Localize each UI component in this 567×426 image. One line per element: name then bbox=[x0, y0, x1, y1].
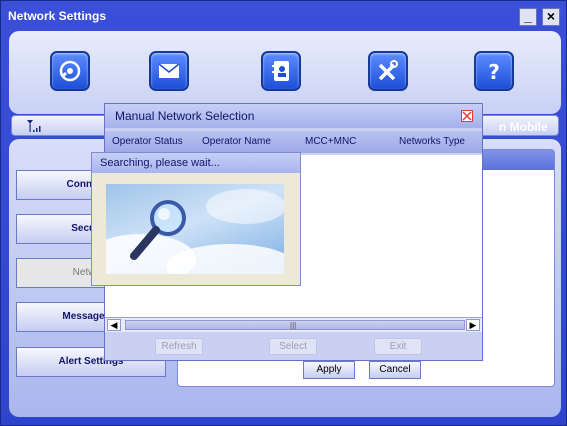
svg-text:?: ? bbox=[488, 60, 500, 84]
magnifier-icon bbox=[130, 200, 186, 260]
column-operator-name[interactable]: Operator Name bbox=[202, 136, 271, 147]
phonebook-icon[interactable] bbox=[261, 51, 301, 91]
dialog-title: Manual Network Selection bbox=[115, 109, 255, 123]
scroll-left-icon[interactable]: ◀ bbox=[107, 319, 121, 331]
dialog-title-bar[interactable]: Manual Network Selection bbox=[105, 104, 482, 128]
popup-title: Searching, please wait... bbox=[100, 157, 220, 169]
exit-button[interactable]: Exit bbox=[374, 338, 422, 355]
help-icon[interactable]: ? bbox=[474, 51, 514, 91]
column-header: Operator Status Operator Name MCC+MNC Ne… bbox=[105, 131, 482, 153]
settings-icon[interactable] bbox=[368, 51, 408, 91]
operator-name: n Mobile bbox=[499, 120, 548, 134]
message-icon[interactable] bbox=[149, 51, 189, 91]
apply-button[interactable]: Apply bbox=[303, 361, 355, 379]
refresh-button[interactable]: Refresh bbox=[155, 338, 203, 355]
horizontal-scrollbar[interactable]: ◀ ||| ▶ bbox=[105, 317, 482, 332]
column-mcc-mnc[interactable]: MCC+MNC bbox=[305, 136, 356, 147]
column-operator-status[interactable]: Operator Status bbox=[112, 136, 183, 147]
connection-icon[interactable] bbox=[50, 51, 90, 91]
scroll-thumb[interactable]: ||| bbox=[125, 320, 465, 330]
minimize-button[interactable]: _ bbox=[519, 8, 537, 26]
window-title: Network Settings bbox=[8, 9, 107, 23]
close-button[interactable]: × bbox=[542, 8, 560, 26]
scroll-thumb-grip: ||| bbox=[290, 321, 297, 330]
searching-popup: Searching, please wait... bbox=[91, 152, 301, 286]
toolbar: ? bbox=[9, 31, 561, 114]
column-networks-type[interactable]: Networks Type bbox=[399, 136, 465, 147]
scroll-right-icon[interactable]: ▶ bbox=[466, 319, 480, 331]
popup-title-bar: Searching, please wait... bbox=[92, 153, 300, 173]
dialog-close-icon[interactable] bbox=[461, 110, 473, 122]
title-bar[interactable]: Network Settings _ × bbox=[1, 1, 567, 31]
searching-illustration bbox=[106, 184, 284, 274]
select-button[interactable]: Select bbox=[269, 338, 317, 355]
cancel-button[interactable]: Cancel bbox=[369, 361, 421, 379]
signal-strength-icon bbox=[27, 120, 41, 132]
network-settings-window: Network Settings _ × ? n Mobile Connec bbox=[0, 0, 567, 426]
